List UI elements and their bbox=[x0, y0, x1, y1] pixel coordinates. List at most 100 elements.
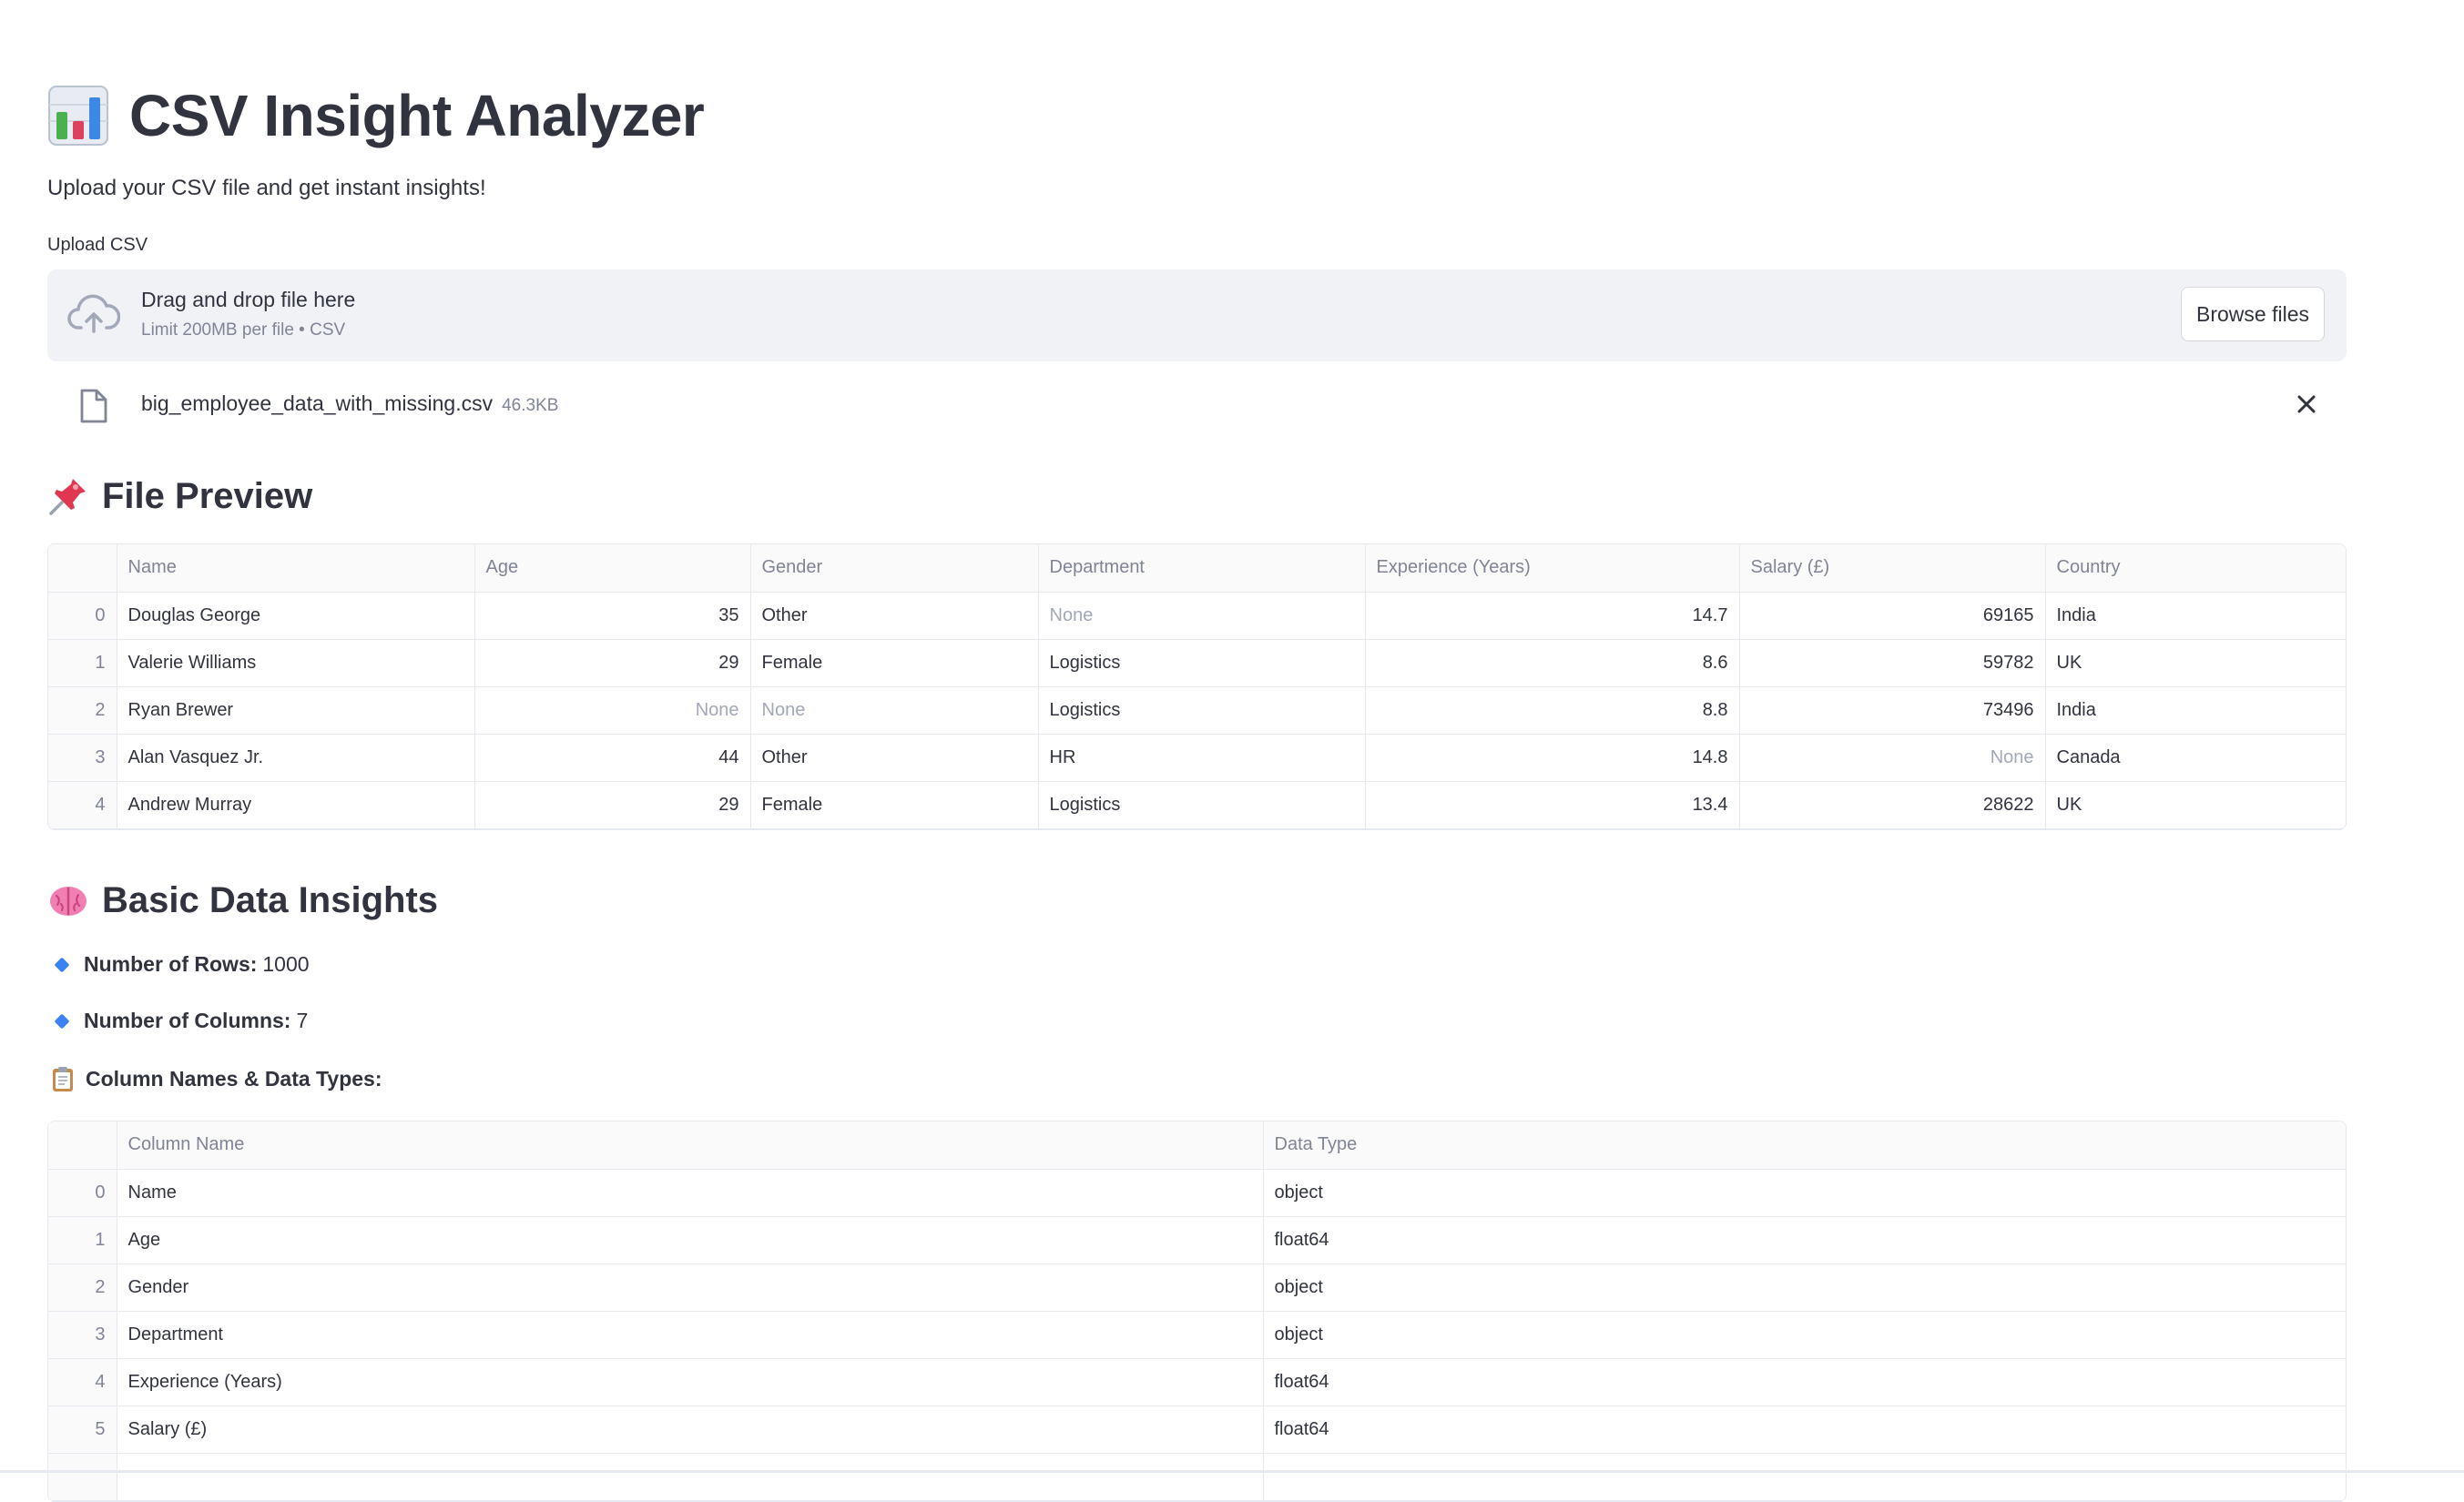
table-cell[interactable]: 73496 bbox=[1739, 686, 2046, 735]
table-cell[interactable] bbox=[1263, 1453, 2346, 1501]
table-cell[interactable]: Age bbox=[117, 1216, 1264, 1264]
table-cell[interactable]: 59782 bbox=[1739, 639, 2046, 687]
table-row: 5 Salary (£) float64 bbox=[48, 1406, 2346, 1454]
table-cell[interactable]: Logistics bbox=[1038, 781, 1366, 829]
rows-count: Number of Rows: 1000 bbox=[47, 952, 310, 977]
table-cell[interactable]: None bbox=[750, 686, 1039, 735]
table-cell[interactable]: Logistics bbox=[1038, 686, 1366, 735]
table-cell[interactable]: India bbox=[2045, 686, 2346, 735]
table-cell[interactable]: Experience (Years) bbox=[117, 1358, 1264, 1406]
table-cell[interactable]: None bbox=[1739, 734, 2046, 782]
column-header[interactable]: Name bbox=[117, 544, 475, 593]
page-title: CSV Insight Analyzer bbox=[47, 75, 705, 157]
index-header bbox=[48, 544, 117, 593]
table-cell[interactable]: Other bbox=[750, 734, 1039, 782]
table-cell[interactable] bbox=[117, 1453, 1264, 1501]
bar-chart-emoji-icon bbox=[48, 86, 108, 146]
table-cell[interactable]: object bbox=[1263, 1169, 2346, 1217]
subtitle: Upload your CSV file and get instant ins… bbox=[47, 176, 486, 200]
dropzone-limit: Limit 200MB per file • CSV bbox=[141, 320, 346, 340]
table-cell[interactable]: Ryan Brewer bbox=[117, 686, 475, 735]
brain-emoji-icon bbox=[50, 887, 87, 916]
rows-value: 1000 bbox=[262, 952, 310, 976]
table-cell[interactable]: 14.8 bbox=[1365, 734, 1740, 782]
table-cell[interactable]: 8.8 bbox=[1365, 686, 1740, 735]
table-cell[interactable]: Douglas George bbox=[117, 592, 475, 640]
file-preview-table[interactable]: Name Age Gender Department Experience (Y… bbox=[47, 543, 2347, 830]
diamond-icon bbox=[54, 957, 70, 972]
table-cell[interactable]: UK bbox=[2045, 639, 2346, 687]
table-cell[interactable]: 14.7 bbox=[1365, 592, 1740, 640]
file-size: 46.3KB bbox=[502, 396, 559, 415]
table-cell[interactable]: Valerie Williams bbox=[117, 639, 475, 687]
row-index bbox=[48, 1453, 117, 1501]
column-types-table[interactable]: Column Name Data Type 0 Name object 1 Ag… bbox=[47, 1121, 2347, 1502]
table-row: 0 Douglas George 35 Other None 14.7 6916… bbox=[48, 592, 2346, 640]
table-cell[interactable]: Andrew Murray bbox=[117, 781, 475, 829]
column-header[interactable]: Department bbox=[1038, 544, 1366, 593]
table-cell[interactable]: UK bbox=[2045, 781, 2346, 829]
table-cell[interactable]: None bbox=[474, 686, 751, 735]
file-dropzone[interactable]: Drag and drop file here Limit 200MB per … bbox=[47, 269, 2347, 361]
column-header[interactable]: Age bbox=[474, 544, 751, 593]
table-cell[interactable]: Gender bbox=[117, 1264, 1264, 1312]
table-cell[interactable]: Canada bbox=[2045, 734, 2346, 782]
row-index: 1 bbox=[48, 639, 117, 687]
table-cell[interactable]: HR bbox=[1038, 734, 1366, 782]
row-index: 5 bbox=[48, 1406, 117, 1454]
table-cell[interactable]: 13.4 bbox=[1365, 781, 1740, 829]
table-cell[interactable]: float64 bbox=[1263, 1406, 2346, 1454]
table-header-row: Column Name Data Type bbox=[48, 1121, 2346, 1170]
table-cell[interactable]: Other bbox=[750, 592, 1039, 640]
table-cell[interactable]: Department bbox=[117, 1311, 1264, 1359]
columns-count: Number of Columns: 7 bbox=[47, 1009, 308, 1033]
table-cell[interactable]: float64 bbox=[1263, 1358, 2346, 1406]
index-header bbox=[48, 1121, 117, 1170]
file-preview-heading: File Preview bbox=[47, 475, 312, 517]
row-index: 4 bbox=[48, 1358, 117, 1406]
column-header[interactable]: Experience (Years) bbox=[1365, 544, 1740, 593]
close-icon[interactable] bbox=[2294, 391, 2319, 417]
row-index: 4 bbox=[48, 781, 117, 829]
column-header[interactable]: Data Type bbox=[1263, 1121, 2346, 1170]
file-preview-title: File Preview bbox=[102, 475, 313, 516]
row-index: 3 bbox=[48, 734, 117, 782]
table-cell[interactable]: object bbox=[1263, 1264, 2346, 1312]
table-cell[interactable]: 29 bbox=[474, 781, 751, 829]
column-header[interactable]: Salary (£) bbox=[1739, 544, 2046, 593]
column-header[interactable]: Country bbox=[2045, 544, 2346, 593]
table-cell[interactable]: float64 bbox=[1263, 1216, 2346, 1264]
table-cell[interactable]: Alan Vasquez Jr. bbox=[117, 734, 475, 782]
table-cell[interactable]: None bbox=[1038, 592, 1366, 640]
column-header[interactable]: Column Name bbox=[117, 1121, 1264, 1170]
table-cell[interactable]: 28622 bbox=[1739, 781, 2046, 829]
column-header[interactable]: Gender bbox=[750, 544, 1039, 593]
table-cell[interactable]: 69165 bbox=[1739, 592, 2046, 640]
table-cell[interactable]: 8.6 bbox=[1365, 639, 1740, 687]
table-row: 2 Ryan Brewer None None Logistics 8.8 73… bbox=[48, 686, 2346, 735]
title-text: CSV Insight Analyzer bbox=[129, 83, 705, 148]
table-cell[interactable]: India bbox=[2045, 592, 2346, 640]
table-cell[interactable]: 29 bbox=[474, 639, 751, 687]
columns-value: 7 bbox=[296, 1009, 309, 1032]
table-cell[interactable]: 44 bbox=[474, 734, 751, 782]
table-cell[interactable]: Name bbox=[117, 1169, 1264, 1217]
browse-files-button[interactable]: Browse files bbox=[2181, 287, 2325, 341]
dropzone-instructions: Drag and drop file here bbox=[141, 288, 356, 311]
table-cell[interactable]: Salary (£) bbox=[117, 1406, 1264, 1454]
row-index: 2 bbox=[48, 686, 117, 735]
uploaded-file: big_employee_data_with_missing.csv 46.3KB bbox=[47, 381, 2347, 430]
table-row: 3 Department object bbox=[48, 1311, 2346, 1359]
basic-insights-title: Basic Data Insights bbox=[102, 879, 439, 920]
table-cell[interactable]: object bbox=[1263, 1311, 2346, 1359]
table-cell[interactable]: Female bbox=[750, 639, 1039, 687]
file-name-text: big_employee_data_with_missing.csv bbox=[141, 391, 494, 415]
table-cell[interactable]: 35 bbox=[474, 592, 751, 640]
table-row: 1 Age float64 bbox=[48, 1216, 2346, 1264]
row-index: 2 bbox=[48, 1264, 117, 1312]
cloud-upload-icon bbox=[67, 294, 120, 333]
table-cell[interactable]: Female bbox=[750, 781, 1039, 829]
table-row: 3 Alan Vasquez Jr. 44 Other HR 14.8 None… bbox=[48, 734, 2346, 782]
column-types-heading: Column Names & Data Types: bbox=[47, 1065, 382, 1092]
table-cell[interactable]: Logistics bbox=[1038, 639, 1366, 687]
